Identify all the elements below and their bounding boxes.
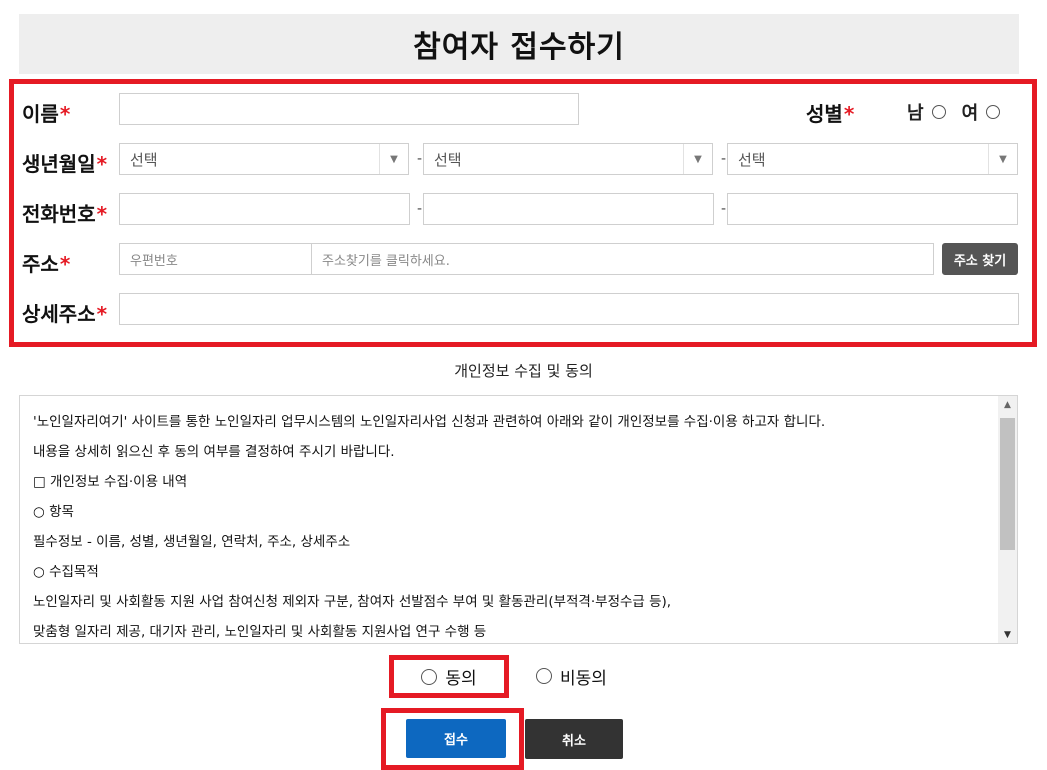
- address-label-text: 주소: [22, 252, 59, 276]
- required-mark: *: [59, 102, 71, 126]
- consent-text: '노인일자리여기' 사이트를 통한 노인일자리 업무시스템의 노인일자리사업 신…: [33, 410, 987, 643]
- chevron-down-icon: ▼: [683, 144, 712, 174]
- consent-disagree-option[interactable]: 비동의: [536, 664, 607, 689]
- phone-middle-input[interactable]: [423, 193, 714, 225]
- gender-male-radio[interactable]: [931, 105, 946, 119]
- gender-options: 남 여: [907, 99, 1001, 125]
- detail-address-label: 상세주소*: [22, 298, 107, 327]
- consent-line: □ 개인정보 수집·이용 내역: [33, 474, 188, 490]
- submit-button[interactable]: 접수: [406, 719, 506, 758]
- consent-title: 개인정보 수집 및 동의: [454, 362, 593, 380]
- gender-male-label: 남: [907, 103, 924, 124]
- birth-year-select[interactable]: 선택 ▼: [119, 143, 409, 175]
- required-mark: *: [96, 302, 108, 326]
- disagree-radio[interactable]: [536, 668, 552, 684]
- page-title: 참여자 접수하기: [413, 30, 625, 65]
- scroll-down-icon[interactable]: ▼: [998, 626, 1017, 643]
- consent-line: '노인일자리여기' 사이트를 통한 노인일자리 업무시스템의 노인일자리사업 신…: [33, 414, 826, 430]
- required-mark: *: [96, 152, 108, 176]
- address-input[interactable]: 주소찾기를 클릭하세요.: [311, 243, 934, 275]
- birth-day-select[interactable]: 선택 ▼: [727, 143, 1018, 175]
- gender-female-label: 여: [961, 103, 979, 124]
- address-search-button[interactable]: 주소 찾기: [942, 243, 1018, 275]
- phone-separator: -: [417, 201, 423, 217]
- name-input[interactable]: [119, 93, 579, 125]
- gender-label-text: 성별: [806, 102, 843, 126]
- birth-month-select[interactable]: 선택 ▼: [423, 143, 713, 175]
- consent-line: 필수정보 - 이름, 성별, 생년월일, 연락처, 주소, 상세주소: [33, 534, 351, 550]
- chevron-down-icon: ▼: [379, 144, 408, 174]
- scroll-up-icon[interactable]: ▲: [998, 396, 1017, 413]
- consent-line: ○ 수집목적: [33, 564, 99, 580]
- disagree-label: 비동의: [560, 668, 607, 689]
- zip-code-input[interactable]: 우편번호: [119, 243, 312, 275]
- phone-last-input[interactable]: [727, 193, 1018, 225]
- birth-separator: -: [417, 151, 423, 167]
- birth-separator: -: [721, 151, 727, 167]
- consent-line: 맞춤형 일자리 제공, 대기자 관리, 노인일자리 및 사회활동 지원사업 연구…: [33, 624, 487, 640]
- detail-address-label-text: 상세주소: [22, 302, 96, 326]
- consent-agree-option[interactable]: 동의: [389, 655, 509, 698]
- scroll-thumb[interactable]: [1000, 418, 1015, 550]
- birth-month-value: 선택: [434, 150, 462, 169]
- birth-label-text: 생년월일: [22, 152, 96, 176]
- required-mark: *: [843, 102, 855, 126]
- consent-line: 노인일자리 및 사회활동 지원 사업 참여신청 제외자 구분, 참여자 선발점수…: [33, 594, 672, 610]
- detail-address-input[interactable]: [119, 293, 1019, 325]
- agree-label: 동의: [445, 669, 477, 689]
- phone-label: 전화번호*: [22, 198, 107, 227]
- birth-year-value: 선택: [130, 150, 158, 169]
- address-label: 주소*: [22, 248, 70, 277]
- consent-scrollbar[interactable]: ▲ ▼: [998, 396, 1017, 643]
- chevron-down-icon: ▼: [988, 144, 1017, 174]
- required-mark: *: [96, 202, 108, 226]
- consent-line: 내용을 상세히 읽으신 후 동의 여부를 결정하여 주시기 바랍니다.: [33, 444, 395, 460]
- phone-first-input[interactable]: [119, 193, 410, 225]
- gender-label: 성별*: [806, 98, 854, 127]
- applicant-form: 이름* 성별* 남 여 생년월일* 선택 ▼ - 선택 ▼ - 선택 ▼ 전화번…: [9, 79, 1037, 347]
- birth-day-value: 선택: [738, 150, 766, 169]
- required-mark: *: [59, 252, 71, 276]
- title-bar: 참여자 접수하기: [19, 14, 1019, 74]
- consent-textbox[interactable]: '노인일자리여기' 사이트를 통한 노인일자리 업무시스템의 노인일자리사업 신…: [19, 395, 1018, 644]
- agree-radio[interactable]: [421, 668, 438, 685]
- phone-separator: -: [721, 201, 727, 217]
- name-label: 이름*: [22, 98, 70, 127]
- cancel-button[interactable]: 취소: [525, 719, 623, 759]
- birth-label: 생년월일*: [22, 148, 107, 177]
- gender-female-radio[interactable]: [986, 105, 1001, 119]
- consent-line: ○ 항목: [33, 504, 74, 520]
- phone-label-text: 전화번호: [22, 202, 96, 226]
- name-label-text: 이름: [22, 102, 59, 126]
